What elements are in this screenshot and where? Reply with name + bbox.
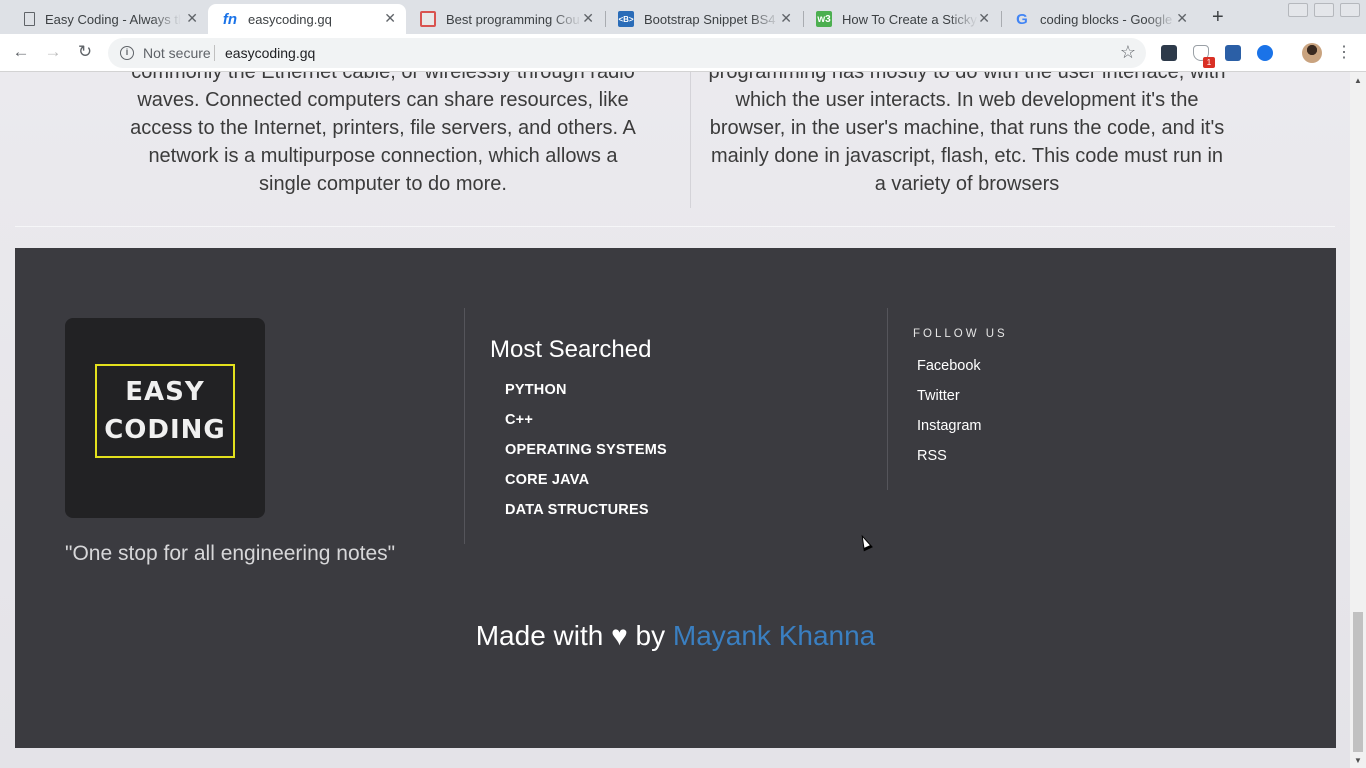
url-text[interactable]: easycoding.gq (225, 45, 315, 61)
new-tab-button[interactable]: + (1212, 6, 1224, 29)
w3-icon: w3 (816, 11, 832, 27)
back-button[interactable]: ← (10, 42, 32, 62)
course-icon (420, 11, 436, 27)
tab-label: Best programming Cou (446, 11, 580, 27)
close-tab-icon[interactable]: ✕ (1176, 10, 1188, 27)
footer-credit: Made with ♥ by Mayank Khanna (15, 620, 1336, 652)
close-tab-icon[interactable]: ✕ (780, 10, 792, 27)
link-instagram[interactable]: Instagram (917, 418, 981, 434)
omnibox-divider (214, 45, 215, 61)
google-icon: G (1016, 10, 1028, 28)
tab-label: Bootstrap Snippet BS4 (644, 11, 776, 27)
link-twitter[interactable]: Twitter (917, 388, 960, 404)
extension-badge: 1 (1203, 57, 1215, 68)
tab-easycoding-gq[interactable]: fn easycoding.gq ✕ (208, 4, 406, 34)
logo-text-line2: CODING (104, 415, 226, 445)
reload-button[interactable]: ↻ (74, 42, 96, 62)
scroll-down-arrow-icon[interactable]: ▼ (1354, 756, 1362, 765)
link-core-java[interactable]: CORE JAVA (505, 472, 589, 488)
link-operating-systems[interactable]: OPERATING SYSTEMS (505, 442, 667, 458)
footer-divider (887, 308, 888, 490)
author-link[interactable]: Mayank Khanna (673, 620, 875, 651)
tab-strip: Easy Coding - Always th ✕ fn easycoding.… (0, 0, 1366, 34)
article-right-text: programming has mostly to do with the us… (708, 72, 1226, 195)
scroll-up-arrow-icon[interactable]: ▲ (1354, 76, 1362, 85)
bootstrap-icon: <B> (618, 11, 634, 27)
link-cpp[interactable]: C++ (505, 412, 533, 428)
profile-avatar[interactable] (1302, 43, 1322, 63)
logo-frame: EASY CODING (95, 364, 235, 458)
link-facebook[interactable]: Facebook (917, 358, 981, 374)
fn-icon: fn (222, 10, 238, 28)
security-label: Not secure (143, 45, 211, 61)
tab-easy-coding[interactable]: Easy Coding - Always th ✕ (10, 4, 208, 34)
extension-video-icon[interactable] (1257, 45, 1273, 61)
page-icon (24, 12, 35, 26)
tab-google-search[interactable]: G coding blocks - Google ✕ (1000, 4, 1198, 34)
tab-bootstrap-snippet[interactable]: <B> Bootstrap Snippet BS4 ✕ (604, 4, 802, 34)
extension-briefcase-icon[interactable] (1225, 45, 1241, 61)
tab-label: coding blocks - Google (1040, 11, 1173, 27)
tab-label: How To Create a Sticky (842, 11, 977, 27)
tab-label: Easy Coding - Always th (45, 11, 181, 27)
column-divider (690, 72, 691, 208)
extension-w-icon[interactable] (1161, 45, 1177, 61)
close-tab-icon[interactable]: ✕ (384, 10, 396, 27)
link-data-structures[interactable]: DATA STRUCTURES (505, 502, 649, 518)
link-rss[interactable]: RSS (917, 448, 947, 464)
article-left-text: commonly the Ethernet cable, or wireless… (130, 72, 636, 195)
close-tab-icon[interactable]: ✕ (582, 10, 594, 27)
forward-button[interactable]: → (42, 42, 64, 62)
tab-best-programming[interactable]: Best programming Cou ✕ (406, 4, 604, 34)
site-logo[interactable]: EASY CODING (65, 318, 265, 518)
minimize-button[interactable] (1288, 3, 1308, 17)
logo-text-line1: EASY (125, 377, 205, 407)
scroll-thumb[interactable] (1353, 612, 1363, 752)
site-tagline: "One stop for all engineering notes" (65, 542, 396, 565)
browser-menu-icon[interactable]: ⋮ (1336, 42, 1352, 62)
address-bar[interactable]: i Not secure easycoding.gq ☆ (108, 38, 1146, 68)
most-searched-heading: Most Searched (490, 336, 652, 363)
page-viewport: commonly the Ethernet cable, or wireless… (0, 72, 1350, 768)
link-python[interactable]: PYTHON (505, 382, 567, 398)
close-window-button[interactable] (1340, 3, 1360, 17)
close-tab-icon[interactable]: ✕ (186, 10, 198, 27)
page-scrollbar[interactable]: ▲ ▼ (1350, 72, 1366, 768)
tab-label: easycoding.gq (248, 11, 332, 27)
site-footer: EASY CODING "One stop for all engineerin… (15, 248, 1336, 748)
close-tab-icon[interactable]: ✕ (978, 10, 990, 27)
tab-sticky[interactable]: w3 How To Create a Sticky ✕ (802, 4, 1000, 34)
credit-prefix: Made with ♥ by (475, 620, 666, 651)
follow-us-heading: FOLLOW US (913, 328, 1008, 340)
maximize-button[interactable] (1314, 3, 1334, 17)
bookmark-star-icon[interactable]: ☆ (1120, 42, 1136, 63)
footer-divider (464, 308, 465, 544)
section-divider (15, 226, 1335, 227)
info-icon[interactable]: i (120, 46, 134, 60)
